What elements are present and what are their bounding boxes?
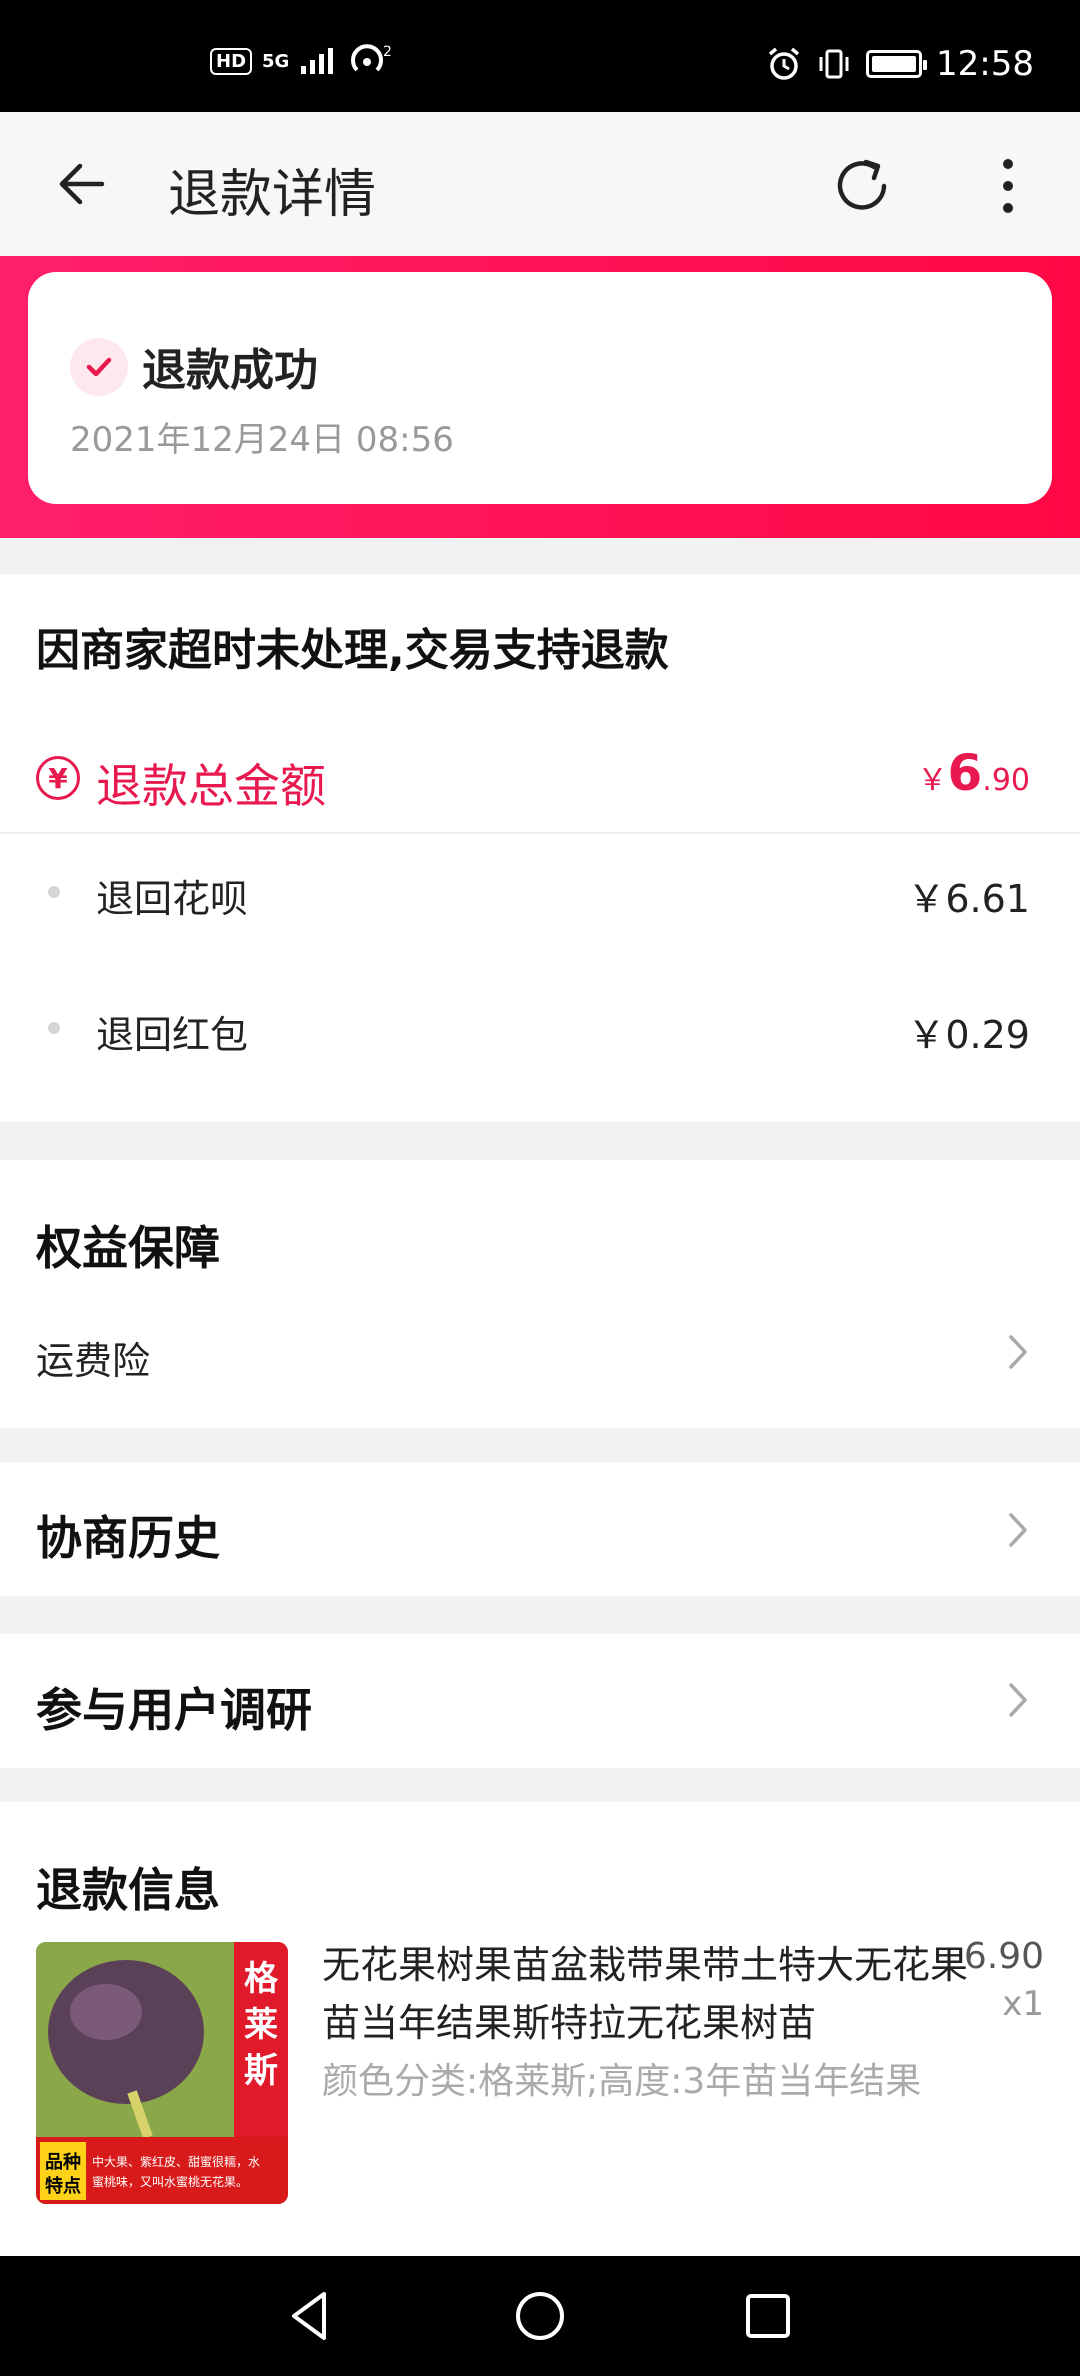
refund-status-banner: 退款成功 2021年12月24日 08:56 <box>0 256 1080 538</box>
svg-text:蜜桃味，又叫水蜜桃无花果。: 蜜桃味，又叫水蜜桃无花果。 <box>92 2174 248 2189</box>
refund-info-title: 退款信息 <box>36 1863 220 1917</box>
hotspot-icon: 2 <box>351 44 392 72</box>
page-title: 退款详情 <box>168 165 377 225</box>
user-survey-title: 参与用户调研 <box>36 1683 312 1737</box>
product-image-badge-3: 斯 <box>244 2051 278 2091</box>
refund-item-label: 退回红包 <box>96 1013 249 1057</box>
refund-item-redpacket: 退回红包 ￥0.29 <box>0 972 1080 1082</box>
bullet-dot <box>48 1022 60 1034</box>
total-integer: 6 <box>947 744 983 802</box>
signal-icon <box>301 48 334 74</box>
refund-item-value: ￥0.29 <box>907 1013 1030 1057</box>
product-image-badge-2: 莱 <box>244 2005 278 2045</box>
product-quantity: x1 <box>1002 1984 1044 2024</box>
status-time: 12:58 <box>936 44 1034 84</box>
refund-item-label: 退回花呗 <box>96 877 249 921</box>
svg-text:特点: 特点 <box>45 2175 81 2197</box>
refund-item-value: ￥6.61 <box>907 877 1030 921</box>
yuan-icon: ¥ <box>36 756 80 800</box>
shipping-insurance-row[interactable]: 运费险 <box>0 1310 1080 1428</box>
refund-status-title: 退款成功 <box>142 345 318 396</box>
refund-info-section: 退款信息 格 莱 斯 品种 特点 中大果、紫红皮、甜蜜很糯，水 蜜桃味，又叫水蜜… <box>0 1802 1080 2256</box>
alarm-icon <box>768 47 800 80</box>
rights-title: 权益保障 <box>36 1221 220 1275</box>
currency-symbol: ￥ <box>917 763 948 798</box>
back-arrow-icon[interactable] <box>52 152 116 216</box>
hd-icon: HD <box>210 47 253 75</box>
system-nav-bar <box>0 2256 1080 2376</box>
chevron-right-icon <box>1009 1335 1027 1369</box>
refund-reason: 因商家超时未处理,交易支持退款 <box>36 625 669 676</box>
nav-back-icon[interactable] <box>280 2286 340 2346</box>
refund-total-amount: ￥6.90 <box>917 744 1030 802</box>
refund-summary-card: 因商家超时未处理,交易支持退款 ¥ 退款总金额 ￥6.90 退回花呗 ￥6.61… <box>0 574 1080 1122</box>
user-survey-row[interactable]: 参与用户调研 <box>0 1634 1080 1768</box>
status-left: HD 5G 2 <box>210 44 397 78</box>
refund-item-huabei: 退回花呗 ￥6.61 <box>0 836 1080 946</box>
product-image-badge-1: 格 <box>244 1959 279 1999</box>
nav-recents-icon[interactable] <box>738 2286 798 2346</box>
svg-text:中大果、紫红皮、甜蜜很糯，水: 中大果、紫红皮、甜蜜很糯，水 <box>92 2154 260 2169</box>
battery-icon <box>866 50 928 78</box>
status-right: 12:58 <box>766 44 1034 84</box>
product-price: 6.90 <box>963 1936 1044 1977</box>
svg-text:品种: 品种 <box>45 2151 81 2173</box>
svg-text:2: 2 <box>383 44 392 60</box>
vibrate-icon <box>819 49 849 79</box>
check-icon <box>70 338 128 396</box>
app-bar: 退款详情 <box>0 112 1080 256</box>
negotiation-history-title: 协商历史 <box>36 1511 220 1565</box>
total-decimal: .90 <box>982 763 1030 798</box>
status-bar: HD 5G 2 12:58 <box>0 0 1080 112</box>
chevron-right-icon <box>1009 1683 1027 1717</box>
refund-total-label: 退款总金额 <box>96 759 326 813</box>
rights-section: 权益保障 运费险 <box>0 1160 1080 1428</box>
product-image[interactable]: 格 莱 斯 品种 特点 中大果、紫红皮、甜蜜很糯，水 蜜桃味，又叫水蜜桃无花果。 <box>36 1942 288 2204</box>
negotiation-history-row[interactable]: 协商历史 <box>0 1462 1080 1596</box>
product-title[interactable]: 无花果树果苗盆栽带果带土特大无花果苗当年结果斯特拉无花果树苗 <box>322 1936 972 2052</box>
5g-icon: 5G <box>262 50 290 72</box>
refund-total-row: ¥ 退款总金额 ￥6.90 <box>0 724 1080 834</box>
chevron-right-icon <box>1009 1513 1027 1547</box>
shipping-insurance-label: 运费险 <box>36 1339 151 1383</box>
refresh-icon[interactable] <box>828 152 896 220</box>
refund-status-card: 退款成功 2021年12月24日 08:56 <box>28 272 1052 504</box>
nav-home-icon[interactable] <box>510 2286 570 2346</box>
more-options-icon[interactable] <box>996 152 1020 220</box>
bullet-dot <box>48 886 60 898</box>
product-sku: 颜色分类:格莱斯;高度:3年苗当年结果 <box>322 2061 922 2102</box>
refund-status-time: 2021年12月24日 08:56 <box>70 420 454 460</box>
